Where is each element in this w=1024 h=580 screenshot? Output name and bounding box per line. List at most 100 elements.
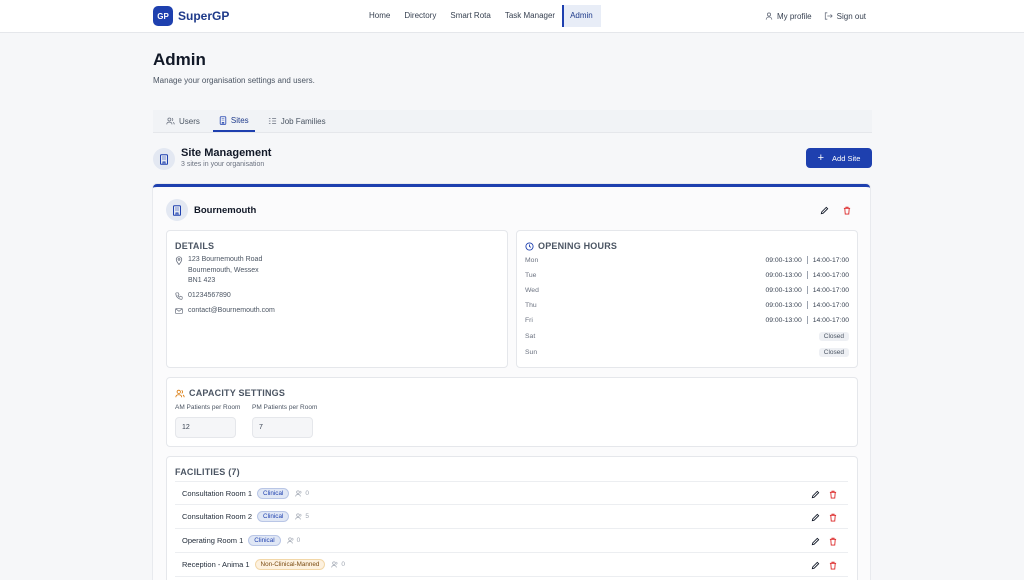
facility-capacity: 0 bbox=[331, 561, 345, 568]
sign-out-link[interactable]: Sign out bbox=[824, 12, 866, 21]
user-nav: My profile Sign out bbox=[753, 5, 866, 27]
facility-capacity-count: 0 bbox=[341, 561, 345, 568]
facility-type-badge: Non-Clinical-Manned bbox=[254, 559, 326, 570]
admin-tabs: Users Sites Job Families bbox=[153, 110, 872, 133]
users-icon bbox=[295, 490, 302, 497]
pm-hours: 14:00-17:00 bbox=[812, 256, 849, 264]
site-management-title: Site Management bbox=[181, 147, 272, 159]
facility-name: Reception - Anima 1 bbox=[182, 560, 250, 569]
facility-actions bbox=[804, 534, 840, 548]
divider bbox=[806, 286, 808, 294]
delete-site-button[interactable] bbox=[840, 203, 854, 217]
my-profile-link[interactable]: My profile bbox=[765, 12, 812, 21]
building-icon bbox=[160, 153, 168, 165]
plus-icon: + bbox=[817, 151, 825, 164]
address-line-1: 123 Bournemouth Road bbox=[188, 256, 263, 263]
hours-row-tue: Tue 09:00-13:00 14:00-17:00 bbox=[525, 269, 849, 281]
page-subtitle: Manage your organisation settings and us… bbox=[153, 76, 315, 85]
hours-row-sun: Sun Closed bbox=[525, 346, 849, 358]
facility-row: Reception - Anima 1 Non-Clinical-Manned … bbox=[175, 553, 848, 577]
delete-facility-button[interactable] bbox=[826, 558, 840, 572]
tab-sites[interactable]: Sites bbox=[212, 110, 255, 132]
trash-icon bbox=[829, 561, 837, 569]
edit-facility-button[interactable] bbox=[808, 534, 822, 548]
my-profile-label: My profile bbox=[776, 11, 812, 21]
facilities-title: FACILITIES (7) bbox=[175, 467, 240, 477]
users-icon bbox=[175, 389, 185, 397]
edit-site-button[interactable] bbox=[817, 203, 831, 217]
users-icon bbox=[295, 513, 302, 520]
delete-facility-button[interactable] bbox=[826, 534, 840, 548]
pm-hours: 14:00-17:00 bbox=[812, 286, 849, 294]
address-line-3: BN1 423 bbox=[188, 277, 216, 284]
nav-smart-rota[interactable]: Smart Rota bbox=[443, 5, 497, 27]
day-label: Sat bbox=[525, 332, 536, 340]
am-hours: 09:00-13:00 bbox=[765, 271, 802, 279]
capacity-title: CAPACITY SETTINGS bbox=[175, 388, 285, 398]
pencil-icon bbox=[820, 206, 828, 214]
opening-hours-title: OPENING HOURS bbox=[525, 241, 617, 251]
site-name: Bournemouth bbox=[194, 205, 257, 216]
site-management-subtitle: 3 sites in your organisation bbox=[181, 161, 265, 168]
nav-directory[interactable]: Directory bbox=[397, 5, 443, 27]
facility-capacity-count: 0 bbox=[296, 537, 301, 544]
email-row: contact@Bournemouth.com bbox=[175, 306, 275, 317]
map-pin-icon bbox=[175, 256, 183, 265]
hours-row-sat: Sat Closed bbox=[525, 330, 849, 342]
am-capacity-input[interactable]: 12 bbox=[175, 417, 236, 438]
facility-capacity-count: 5 bbox=[305, 513, 309, 520]
nav-admin[interactable]: Admin bbox=[562, 5, 601, 27]
add-site-button[interactable]: + Add Site bbox=[806, 148, 872, 168]
facility-type-badge: Clinical bbox=[248, 535, 281, 546]
divider bbox=[806, 301, 808, 309]
am-hours: 09:00-13:00 bbox=[765, 301, 802, 309]
building-icon bbox=[173, 204, 181, 216]
capacity-title-label: CAPACITY SETTINGS bbox=[189, 388, 286, 398]
edit-facility-button[interactable] bbox=[808, 558, 822, 572]
trash-icon bbox=[843, 206, 851, 214]
pm-capacity-input[interactable]: 7 bbox=[252, 417, 313, 438]
facility-capacity-count: 0 bbox=[305, 489, 309, 497]
details-title: DETAILS bbox=[175, 241, 215, 251]
phone-row: 01234567890 bbox=[175, 291, 231, 302]
pencil-icon bbox=[811, 513, 819, 521]
facility-name: Consultation Room 1 bbox=[182, 488, 253, 498]
delete-facility-button[interactable] bbox=[826, 510, 840, 524]
add-site-label: Add Site bbox=[832, 153, 861, 163]
facility-actions bbox=[804, 510, 840, 524]
user-icon bbox=[765, 12, 773, 20]
pm-capacity-label: PM Patients per Room bbox=[252, 404, 318, 411]
tab-users[interactable]: Users bbox=[160, 110, 206, 132]
tab-job-families[interactable]: Job Families bbox=[262, 110, 332, 132]
delete-facility-button[interactable] bbox=[826, 487, 840, 501]
facility-actions bbox=[804, 487, 840, 501]
facility-capacity: 0 bbox=[295, 490, 309, 497]
site-management-icon-wrap bbox=[153, 148, 175, 170]
pencil-icon bbox=[811, 537, 819, 545]
am-hours: 09:00-13:00 bbox=[765, 316, 802, 324]
divider bbox=[806, 271, 808, 279]
edit-facility-button[interactable] bbox=[808, 510, 822, 524]
day-label: Sun bbox=[525, 348, 538, 356]
nav-home[interactable]: Home bbox=[362, 5, 397, 27]
am-hours: 09:00-13:00 bbox=[765, 286, 802, 294]
page-title: Admin bbox=[153, 50, 206, 69]
sign-out-label: Sign out bbox=[836, 11, 866, 21]
divider bbox=[806, 316, 808, 324]
nav-task-manager[interactable]: Task Manager bbox=[498, 5, 562, 27]
mail-icon bbox=[175, 308, 183, 314]
facility-name: Consultation Room 2 bbox=[182, 512, 253, 521]
opening-hours-title-label: OPENING HOURS bbox=[538, 241, 618, 251]
day-label: Wed bbox=[525, 286, 539, 294]
main-nav: Home Directory Smart Rota Task Manager A… bbox=[362, 5, 601, 27]
pm-hours: 14:00-17:00 bbox=[812, 316, 849, 324]
facility-row: Operating Room 1 Clinical 0 bbox=[175, 529, 848, 553]
pm-hours: 14:00-17:00 bbox=[812, 301, 849, 309]
app-logo[interactable]: GP SuperGP bbox=[153, 6, 229, 26]
logo-badge: GP bbox=[153, 6, 173, 26]
facility-type-badge: Clinical bbox=[257, 487, 290, 499]
edit-facility-button[interactable] bbox=[808, 487, 822, 501]
closed-badge: Closed bbox=[818, 347, 849, 357]
clock-icon bbox=[525, 241, 534, 251]
am-hours: 09:00-13:00 bbox=[765, 256, 802, 264]
